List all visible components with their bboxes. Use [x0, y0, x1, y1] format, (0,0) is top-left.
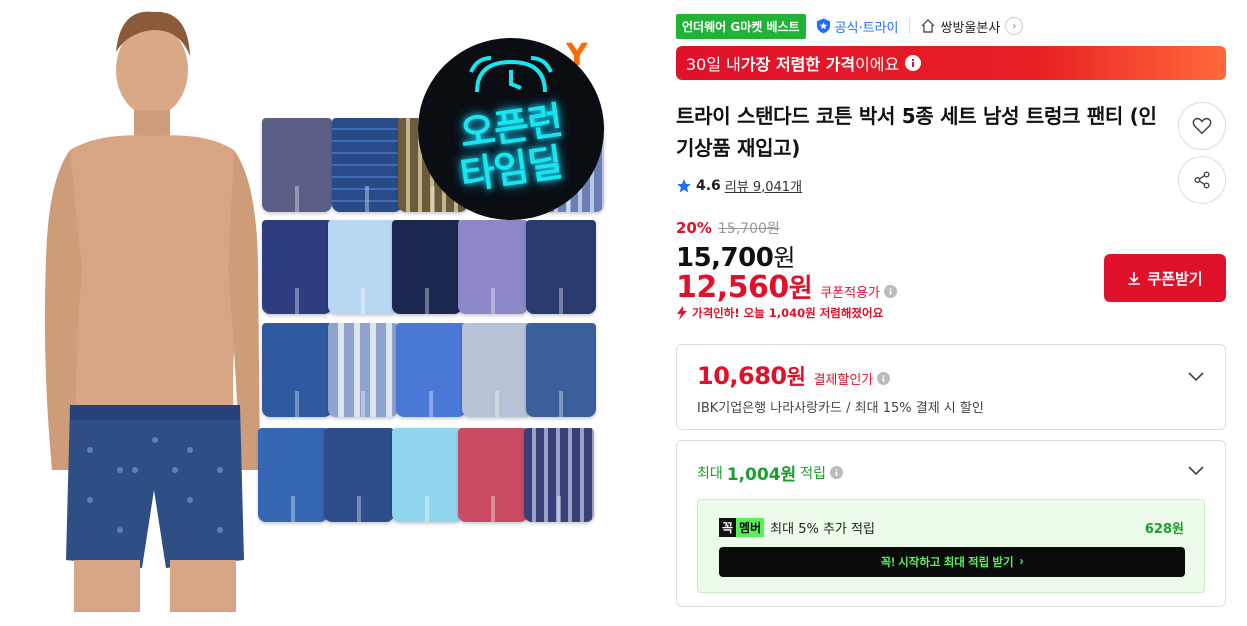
variant-swatch [458, 428, 528, 522]
open-run-timedeal-badge: 오픈런 타임딜 [418, 38, 604, 220]
banner-prefix: 30일 내 [686, 55, 741, 74]
variant-swatch [262, 118, 332, 212]
variant-swatch [262, 220, 332, 314]
discount-rate: 20% [676, 219, 712, 237]
share-icon [1194, 171, 1210, 189]
info-icon[interactable] [829, 466, 843, 479]
points-box: 최대 1,004원 적립 꼭 멤버 최대 5% 추가 적립 628원 꼭! 시작하… [676, 440, 1226, 607]
member-button-label: 꼭! 시작하고 최대 적립 받기 [880, 557, 1014, 569]
coupon-price: 12,560원 [676, 268, 813, 305]
home-icon [921, 19, 935, 33]
discount-row: 20% 15,700원 [676, 218, 780, 238]
star-icon [677, 178, 691, 193]
official-store-tag[interactable]: 공식·트라이 [816, 17, 899, 36]
member-benefit-amount: 628원 [1144, 522, 1184, 537]
alarm-clock-icon [469, 56, 553, 93]
rating-row: 4.6 리뷰 9,041개 [676, 176, 802, 195]
coupon-price-label: 쿠폰적용가 [820, 282, 898, 301]
coupon-price-row: 12,560원 쿠폰적용가 [676, 268, 898, 305]
variant-swatch [328, 220, 398, 314]
get-coupon-button[interactable]: 쿠폰받기 [1104, 254, 1226, 302]
chevron-right-icon: › [1005, 17, 1024, 35]
variant-swatch [396, 323, 466, 417]
variant-swatch [262, 323, 332, 417]
product-title: 트라이 스탠다드 코튼 박서 5종 세트 남성 트렁크 팬티 (인기상품 재입고… [676, 104, 1157, 160]
card-price-row: 10,680원 결제할인가 [697, 361, 891, 391]
variant-swatch [332, 118, 402, 212]
info-icon[interactable] [884, 285, 898, 298]
review-count-link[interactable]: 리뷰 9,041개 [725, 176, 802, 195]
variant-swatch [392, 428, 462, 522]
points-suffix: 적립 [800, 465, 826, 482]
variant-swatch [462, 323, 532, 417]
price-down-note: 가격인하! 오늘 1,040원 저렴해졌어요 [676, 305, 883, 321]
member-signup-button[interactable]: 꼭! 시작하고 최대 적립 받기 › [719, 547, 1185, 577]
card-price-unit: 원 [786, 365, 806, 389]
banner-highlight: 가장 저렴한 가격 [740, 55, 856, 74]
points-title: 최대 1,004원 적립 [697, 460, 843, 485]
product-main-image: Y 오픈런 타임딜 [0, 0, 640, 626]
card-discount-box[interactable]: 10,680원 결제할인가 IBK기업은행 나라사랑카드 / 최대 15% 결제… [676, 344, 1226, 430]
variant-swatch [524, 428, 594, 522]
card-price: 10,680원 [697, 361, 806, 391]
member-logo-part1: 꼭 [719, 518, 737, 537]
original-price: 15,700원 [717, 221, 780, 237]
card-label-text: 결제할인가 [813, 373, 874, 388]
member-benefit-row: 꼭 멤버 최대 5% 추가 적립 628원 [719, 518, 1184, 537]
variant-swatch [526, 220, 596, 314]
coupon-price-unit: 원 [788, 274, 813, 304]
coupon-price-amount: 12,560 [676, 270, 789, 305]
variant-swatch [324, 428, 394, 522]
tag-row: 언더웨어 G마켓 베스트 공식·트라이 쌍방울본사 › [676, 13, 1024, 39]
info-icon[interactable] [877, 372, 891, 385]
variant-swatch [328, 323, 398, 417]
member-logo: 꼭 멤버 [719, 518, 765, 537]
official-store-label: 공식·트라이 [834, 20, 899, 36]
best-category-tag[interactable]: 언더웨어 G마켓 베스트 [676, 13, 806, 39]
bolt-icon [677, 306, 687, 320]
card-price-amount: 10,680 [697, 362, 787, 390]
heart-icon [1192, 117, 1212, 135]
variant-swatch [392, 220, 462, 314]
card-discount-desc: IBK기업은행 나라사랑카드 / 최대 15% 결제 시 할인 [697, 401, 984, 416]
card-discount-label: 결제할인가 [813, 369, 891, 388]
get-coupon-label: 쿠폰받기 [1147, 270, 1203, 288]
chevron-down-icon[interactable] [1187, 367, 1205, 385]
store-link[interactable]: 쌍방울본사 › [920, 17, 1024, 36]
member-benefit-box: 꼭 멤버 최대 5% 추가 적립 628원 꼭! 시작하고 최대 적립 받기 › [697, 499, 1205, 593]
info-icon[interactable] [905, 55, 922, 71]
model-figure [44, 11, 260, 612]
product-info-panel: 언더웨어 G마켓 베스트 공식·트라이 쌍방울본사 › 30일 내 가장 저렴한… [676, 0, 1236, 626]
coupon-label-text: 쿠폰적용가 [820, 286, 881, 301]
variant-swatch [526, 323, 596, 417]
download-icon [1128, 272, 1141, 285]
shield-icon [816, 18, 830, 34]
chevron-down-icon[interactable] [1187, 461, 1205, 479]
store-name: 쌍방울본사 [940, 20, 1001, 36]
price-down-text: 가격인하! 오늘 1,040원 저렴해졌어요 [692, 306, 884, 320]
lowest-price-banner[interactable]: 30일 내 가장 저렴한 가격 이에요 [676, 46, 1226, 80]
wishlist-button[interactable] [1178, 102, 1226, 150]
member-logo-part2: 멤버 [736, 518, 765, 537]
rating-score: 4.6 [696, 177, 721, 194]
member-benefit-text: 최대 5% 추가 적립 [770, 522, 875, 537]
chevron-right-icon: › [1019, 556, 1024, 568]
points-amount: 1,004원 [726, 465, 797, 485]
points-prefix: 최대 [697, 465, 723, 482]
variant-swatch [258, 428, 328, 522]
banner-suffix: 이에요 [855, 55, 900, 74]
variant-swatch [458, 220, 528, 314]
divider [908, 18, 910, 34]
share-button[interactable] [1178, 156, 1226, 204]
